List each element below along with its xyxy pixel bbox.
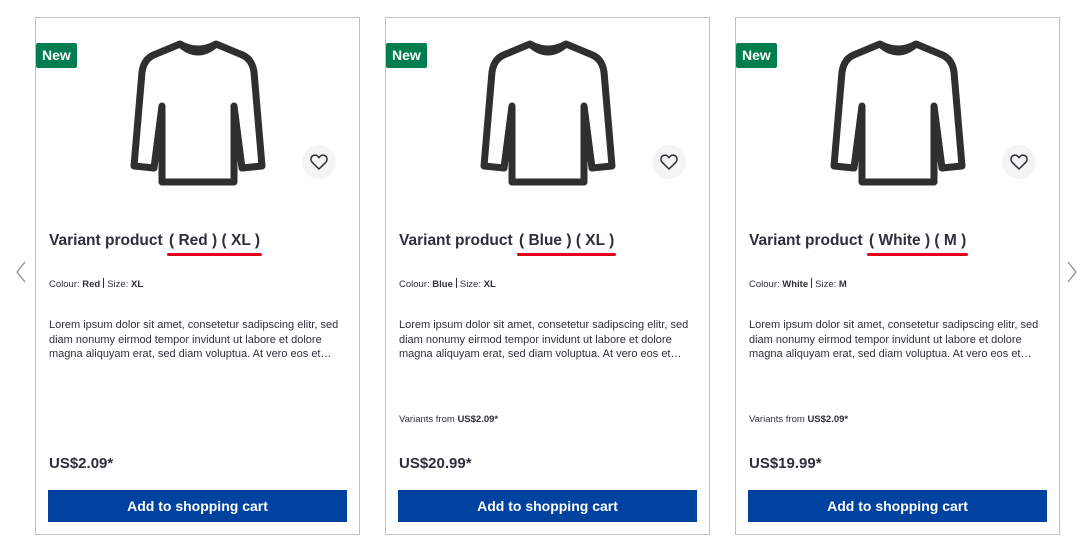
size-value: XL (483, 279, 496, 290)
product-name: Variant product (49, 232, 167, 249)
product-price: US$19.99* (749, 455, 822, 472)
slider-next-button[interactable] (1063, 258, 1080, 286)
slider-prev-button[interactable] (12, 258, 30, 286)
chevron-left-icon (16, 261, 26, 283)
product-properties: Colour: White Size: M (749, 278, 847, 290)
wishlist-button[interactable] (1002, 145, 1036, 179)
long-sleeve-shirt-icon (480, 40, 616, 186)
variants-label: Variants from (399, 414, 455, 425)
heart-outline-icon (1010, 154, 1028, 170)
size-value: M (838, 279, 847, 290)
colour-label: Colour: (399, 279, 430, 290)
product-name: Variant product (399, 232, 517, 249)
product-image[interactable] (130, 38, 266, 186)
product-name: Variant product (749, 232, 867, 249)
colour-value: Blue (432, 279, 453, 290)
size-value: XL (130, 279, 144, 290)
variants-from: Variants from US$2.09* (399, 414, 498, 425)
divider (455, 278, 457, 288)
variant-options: ( Red ) ( XL ) (167, 232, 262, 256)
chevron-right-icon (1067, 261, 1077, 283)
wishlist-button[interactable] (652, 145, 686, 179)
product-slider: New Variant product ( Red ) ( XL ) Colou… (0, 0, 1080, 536)
product-description: Lorem ipsum dolor sit amet, consetetur s… (749, 319, 1039, 360)
long-sleeve-shirt-icon (130, 40, 266, 186)
size-label: Size: (107, 279, 129, 290)
size-label: Size: (815, 279, 837, 290)
product-image[interactable] (480, 38, 616, 186)
product-title[interactable]: Variant product ( White ) ( M ) (749, 232, 969, 256)
variants-price: US$2.09* (807, 414, 849, 425)
product-price: US$2.09* (49, 455, 114, 472)
new-badge: New (736, 43, 777, 68)
colour-value: Red (82, 279, 101, 290)
divider (103, 278, 105, 288)
add-to-cart-button[interactable]: Add to shopping cart (48, 490, 347, 522)
variants-label: Variants from (749, 414, 805, 425)
variant-options: ( White ) ( M ) (867, 232, 969, 256)
colour-label: Colour: (49, 279, 80, 290)
divider (811, 278, 813, 288)
product-properties: Colour: Blue Size: XL (399, 278, 496, 290)
product-description: Lorem ipsum dolor sit amet, consetetur s… (49, 319, 339, 360)
colour-value: White (782, 279, 809, 290)
product-image[interactable] (830, 38, 966, 186)
add-to-cart-button[interactable]: Add to shopping cart (748, 490, 1047, 522)
size-label: Size: (459, 279, 481, 290)
product-card: New Variant product ( Red ) ( XL ) Colou… (35, 17, 360, 535)
product-price: US$20.99* (399, 455, 472, 472)
product-card: New Variant product ( Blue ) ( XL ) Colo… (385, 17, 710, 535)
variant-options: ( Blue ) ( XL ) (517, 232, 617, 256)
variants-from: Variants from US$2.09* (749, 414, 848, 425)
long-sleeve-shirt-icon (830, 40, 966, 186)
heart-outline-icon (660, 154, 678, 170)
new-badge: New (386, 43, 427, 68)
product-title[interactable]: Variant product ( Blue ) ( XL ) (399, 232, 617, 256)
product-description: Lorem ipsum dolor sit amet, consetetur s… (399, 319, 689, 360)
wishlist-button[interactable] (302, 145, 336, 179)
colour-label: Colour: (749, 279, 780, 290)
new-badge: New (36, 43, 77, 68)
add-to-cart-button[interactable]: Add to shopping cart (398, 490, 697, 522)
variants-price: US$2.09* (457, 414, 499, 425)
product-card: New Variant product ( White ) ( M ) Colo… (735, 17, 1060, 535)
product-properties: Colour: Red Size: XL (49, 278, 143, 290)
heart-outline-icon (310, 154, 328, 170)
product-title[interactable]: Variant product ( Red ) ( XL ) (49, 232, 262, 256)
